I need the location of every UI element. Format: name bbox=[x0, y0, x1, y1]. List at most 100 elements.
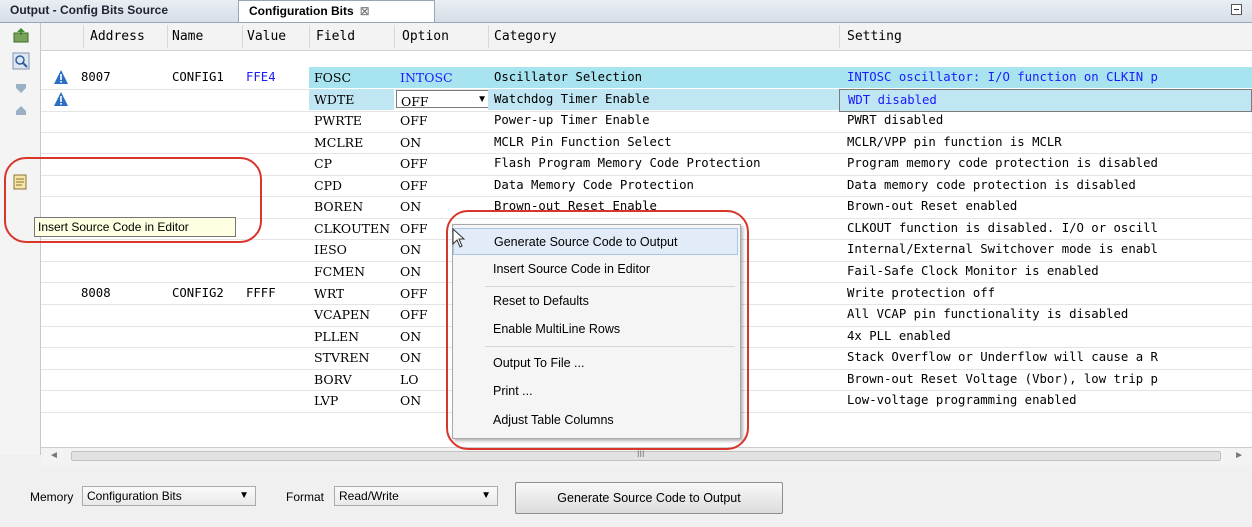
chevron-down-icon: ▼ bbox=[239, 490, 249, 501]
cell-category: Data Memory Code Protection bbox=[494, 177, 694, 192]
cell-setting: Brown-out Reset enabled bbox=[847, 199, 1018, 214]
column-header-category[interactable]: Category bbox=[494, 23, 557, 50]
cell-category: Oscillator Selection bbox=[488, 67, 839, 88]
cell-category: MCLR Pin Function Select bbox=[494, 134, 672, 149]
cell-category: Flash Program Memory Code Protection bbox=[494, 156, 761, 171]
format-select-value: Read/Write bbox=[339, 489, 399, 503]
bottom-panel: Memory Configuration Bits ▼ Format Read/W… bbox=[0, 465, 1252, 527]
cell-option[interactable]: OFF bbox=[400, 283, 428, 304]
annotation-circle bbox=[4, 157, 262, 243]
cell-field: CPD bbox=[314, 177, 342, 193]
close-tab-icon[interactable]: ⊠ bbox=[360, 4, 370, 18]
format-label: Format bbox=[286, 490, 325, 504]
cell-setting: 4x PLL enabled bbox=[847, 328, 951, 343]
scrollbar-grip: III bbox=[637, 449, 645, 459]
cell-option[interactable]: OFF bbox=[400, 153, 428, 174]
cell-setting: Data memory code protection is disabled bbox=[847, 177, 1136, 192]
tab-label: Output - Config Bits Source bbox=[10, 3, 168, 17]
minimize-icon[interactable] bbox=[1231, 4, 1242, 15]
cell-option[interactable]: ON bbox=[400, 261, 421, 282]
column-header-name[interactable]: Name bbox=[172, 23, 203, 50]
cell-field: CLKOUTEN bbox=[314, 220, 391, 236]
chevron-down-icon: ▼ bbox=[481, 490, 491, 501]
tab-bar: Output - Config Bits Source Configuratio… bbox=[0, 0, 1252, 23]
option-dropdown-value: OFF bbox=[401, 94, 429, 109]
cell-setting: WDT disabled bbox=[839, 89, 1252, 112]
cell-field: PWRTE bbox=[314, 113, 362, 129]
table-row[interactable]: WDTE OFF ▼ Watchdog Timer Enable WDT disa… bbox=[41, 89, 1252, 112]
cell-field: PLLEN bbox=[314, 328, 360, 344]
cell-option[interactable]: ON bbox=[400, 196, 421, 217]
cell-setting: Stack Overflow or Underflow will cause a… bbox=[847, 350, 1158, 365]
cell-field: CP bbox=[314, 156, 332, 172]
annotation-circle bbox=[446, 210, 749, 450]
table-row[interactable]: 8007 CONFIG1 FFE4 FOSC INTOSC Oscillator… bbox=[41, 67, 1252, 90]
search-icon[interactable] bbox=[12, 52, 30, 70]
move-down-icon[interactable] bbox=[12, 78, 30, 96]
cell-setting: All VCAP pin functionality is disabled bbox=[847, 307, 1129, 322]
cell-option[interactable]: OFF bbox=[400, 110, 428, 131]
memory-label: Memory bbox=[30, 490, 74, 504]
table-header: Address Name Value Field Option Category… bbox=[41, 23, 1252, 51]
cell-field: WDTE bbox=[309, 89, 394, 110]
scrollbar-thumb[interactable]: III bbox=[71, 449, 1221, 461]
cell-setting: Write protection off bbox=[847, 285, 996, 300]
scroll-right-icon[interactable]: ► bbox=[1234, 450, 1244, 461]
memory-select-value: Configuration Bits bbox=[87, 489, 182, 503]
cell-address: 8007 bbox=[81, 70, 111, 84]
cell-setting: PWRT disabled bbox=[847, 113, 944, 128]
tab-configuration-bits[interactable]: Configuration Bits ⊠ bbox=[238, 0, 435, 22]
cell-address: 8008 bbox=[81, 285, 111, 300]
cell-option[interactable]: ON bbox=[400, 239, 421, 260]
cell-category: Watchdog Timer Enable bbox=[488, 89, 839, 110]
cell-option[interactable]: INTOSC bbox=[394, 67, 488, 88]
generate-source-button[interactable]: Generate Source Code to Output bbox=[515, 482, 783, 514]
cell-field: BORV bbox=[314, 371, 352, 387]
cell-option[interactable]: OFF bbox=[400, 175, 428, 196]
scroll-left-icon[interactable]: ◄ bbox=[49, 450, 59, 461]
cell-field: VCAPEN bbox=[314, 307, 371, 323]
tab-label: Configuration Bits bbox=[249, 4, 354, 18]
cell-setting: Brown-out Reset Voltage (Vbor), low trip… bbox=[847, 371, 1158, 386]
table-row[interactable]: PWRTE OFF Power-up Timer Enable PWRT disabl… bbox=[41, 110, 1252, 133]
cell-setting: Fail-Safe Clock Monitor is enabled bbox=[847, 263, 1099, 278]
column-header-option[interactable]: Option bbox=[402, 23, 449, 50]
column-header-field[interactable]: Field bbox=[316, 23, 355, 50]
cell-setting: MCLR/VPP pin function is MCLR bbox=[847, 134, 1062, 149]
cell-value: FFE4 bbox=[246, 70, 276, 84]
cell-option[interactable]: LO bbox=[400, 369, 419, 390]
cell-name: CONFIG2 bbox=[172, 285, 224, 300]
move-up-icon[interactable] bbox=[12, 103, 30, 121]
option-dropdown[interactable]: OFF ▼ bbox=[396, 90, 490, 109]
cell-field: BOREN bbox=[314, 199, 364, 215]
cell-field: FOSC bbox=[309, 67, 394, 88]
column-header-setting[interactable]: Setting bbox=[847, 23, 902, 50]
cell-option[interactable]: OFF bbox=[400, 218, 428, 239]
cell-option[interactable]: ON bbox=[400, 132, 421, 153]
chevron-down-icon: ▼ bbox=[477, 94, 487, 105]
memory-select[interactable]: Configuration Bits ▼ bbox=[82, 486, 256, 506]
table-row[interactable]: MCLRE ON MCLR Pin Function Select MCLR/VPP … bbox=[41, 132, 1252, 155]
warning-icon bbox=[54, 92, 68, 106]
tab-output-config-bits-source[interactable]: Output - Config Bits Source bbox=[0, 0, 238, 21]
cell-setting: CLKOUT function is disabled. I/O or osci… bbox=[847, 220, 1158, 235]
cell-option[interactable]: ON bbox=[400, 326, 421, 347]
cell-option[interactable]: ON bbox=[400, 390, 421, 411]
cell-field: STVREN bbox=[314, 350, 370, 366]
cell-setting: Internal/External Switchover mode is ena… bbox=[847, 242, 1158, 257]
format-select[interactable]: Read/Write ▼ bbox=[334, 486, 498, 506]
cell-setting: Low-voltage programming enabled bbox=[847, 393, 1077, 408]
cell-option[interactable]: OFF bbox=[400, 304, 428, 325]
read-config-icon[interactable] bbox=[12, 27, 30, 45]
cell-field: MCLRE bbox=[314, 134, 364, 150]
cell-field: IESO bbox=[314, 242, 347, 258]
cell-field: FCMEN bbox=[314, 263, 366, 279]
cell-field: LVP bbox=[314, 393, 339, 409]
cell-option[interactable]: ON bbox=[400, 347, 421, 368]
cell-category: Power-up Timer Enable bbox=[494, 113, 650, 128]
cell-value: FFFF bbox=[246, 285, 276, 300]
column-header-address[interactable]: Address bbox=[90, 23, 145, 50]
cell-setting: Program memory code protection is disabl… bbox=[847, 156, 1158, 171]
column-header-value[interactable]: Value bbox=[247, 23, 286, 50]
cell-field: WRT bbox=[314, 285, 345, 301]
